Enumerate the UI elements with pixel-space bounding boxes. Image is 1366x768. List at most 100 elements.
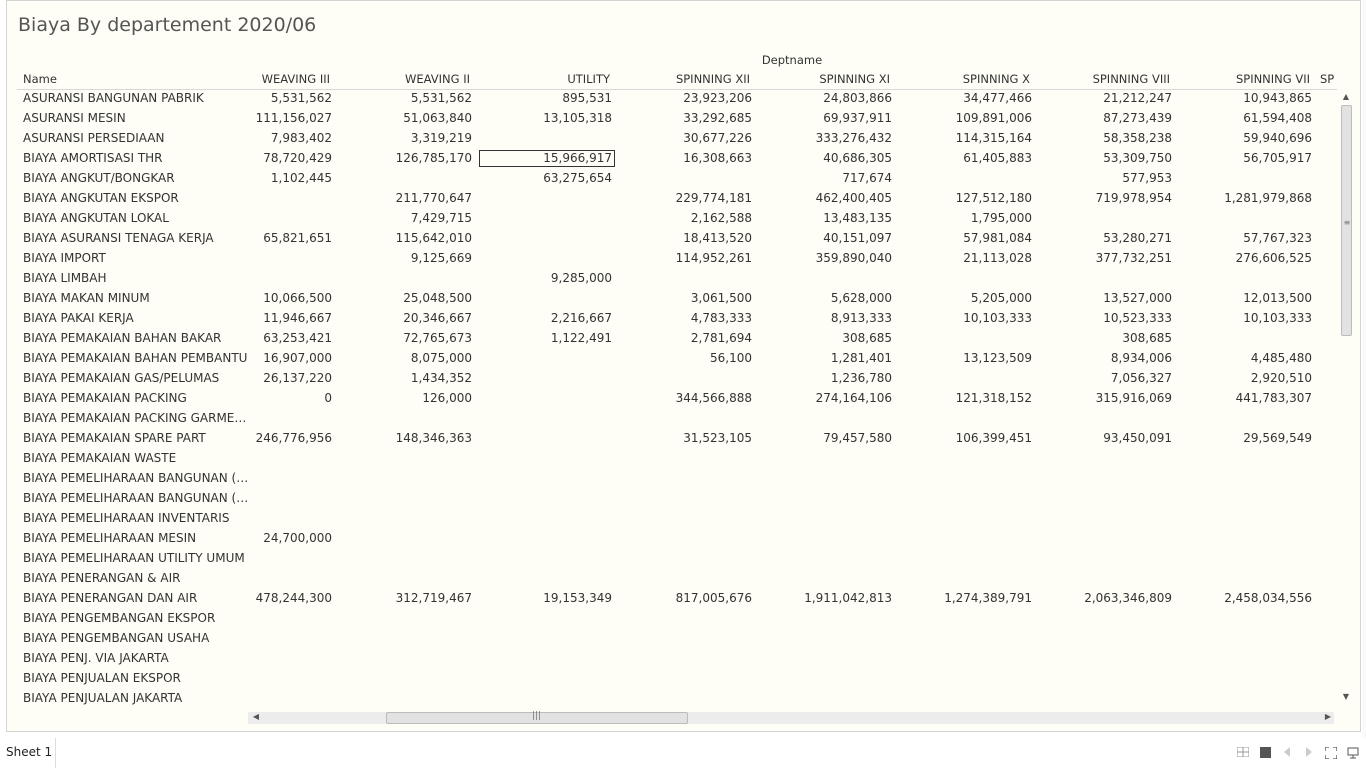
column-header-8[interactable]: SP: [1320, 72, 1334, 86]
table-cell[interactable]: 63,253,421: [263, 331, 332, 345]
row-name[interactable]: BIAYA PEMELIHARAAN BANGUNAN ( O..: [23, 471, 249, 485]
table-cell[interactable]: 1,911,042,813: [804, 591, 892, 605]
row-name[interactable]: BIAYA PENGEMBANGAN EKSPOR: [23, 611, 249, 625]
table-cell[interactable]: 10,066,500: [263, 291, 332, 305]
table-cell[interactable]: 5,531,562: [271, 91, 332, 105]
row-name[interactable]: BIAYA PEMAKAIAN GAS/PELUMAS: [23, 371, 249, 385]
table-cell[interactable]: 7,056,327: [1111, 371, 1172, 385]
table-cell[interactable]: 359,890,040: [816, 251, 892, 265]
table-cell[interactable]: 16,907,000: [263, 351, 332, 365]
present-icon[interactable]: [1346, 747, 1360, 761]
vertical-scroll-thumb[interactable]: ≡: [1341, 105, 1352, 336]
table-cell[interactable]: 58,358,238: [1103, 131, 1172, 145]
table-cell[interactable]: 2,458,034,556: [1224, 591, 1312, 605]
table-cell[interactable]: 333,276,432: [816, 131, 892, 145]
column-header-0[interactable]: WEAVING III: [262, 72, 330, 86]
next-icon[interactable]: [1302, 747, 1316, 761]
table-cell[interactable]: 40,686,305: [823, 151, 892, 165]
table-cell[interactable]: 2,781,694: [691, 331, 752, 345]
column-header-name[interactable]: Name: [23, 72, 57, 86]
table-cell[interactable]: 115,642,010: [396, 231, 472, 245]
row-name[interactable]: BIAYA AMORTISASI THR: [23, 151, 249, 165]
row-name[interactable]: BIAYA PEMELIHARAAN MESIN: [23, 531, 249, 545]
table-cell[interactable]: 10,943,865: [1243, 91, 1312, 105]
table-cell[interactable]: 8,913,333: [831, 311, 892, 325]
table-cell[interactable]: 127,512,180: [956, 191, 1032, 205]
table-cell[interactable]: 19,153,349: [543, 591, 612, 605]
table-cell[interactable]: 1,281,401: [831, 351, 892, 365]
row-name[interactable]: BIAYA PEMELIHARAAN UTILITY UMUM: [23, 551, 249, 565]
table-cell[interactable]: 4,485,480: [1251, 351, 1312, 365]
row-name[interactable]: BIAYA PEMAKAIAN WASTE: [23, 451, 249, 465]
row-name[interactable]: BIAYA ASURANSI TENAGA KERJA: [23, 231, 249, 245]
row-name[interactable]: BIAYA ANGKUTAN EKSPOR: [23, 191, 249, 205]
table-cell[interactable]: 40,151,097: [823, 231, 892, 245]
table-cell[interactable]: 276,606,525: [1236, 251, 1312, 265]
table-cell[interactable]: 229,774,181: [676, 191, 752, 205]
table-cell[interactable]: 9,125,669: [411, 251, 472, 265]
column-header-6[interactable]: SPINNING VIII: [1093, 72, 1170, 86]
column-header-7[interactable]: SPINNING VII: [1236, 72, 1310, 86]
table-cell[interactable]: 126,785,170: [396, 151, 472, 165]
table-cell[interactable]: 13,123,509: [963, 351, 1032, 365]
table-cell[interactable]: 7,429,715: [411, 211, 472, 225]
grid-icon[interactable]: [1236, 746, 1250, 761]
table-cell[interactable]: 478,244,300: [256, 591, 332, 605]
table-cell[interactable]: 11,946,667: [263, 311, 332, 325]
table-cell[interactable]: 72,765,673: [403, 331, 472, 345]
row-name[interactable]: BIAYA ANGKUTAN LOKAL: [23, 211, 249, 225]
table-cell[interactable]: 377,732,251: [1096, 251, 1172, 265]
table-cell[interactable]: 21,212,247: [1103, 91, 1172, 105]
table-cell[interactable]: 895,531: [562, 91, 612, 105]
table-cell[interactable]: 1,274,389,791: [944, 591, 1032, 605]
table-cell[interactable]: 121,318,152: [956, 391, 1032, 405]
table-cell[interactable]: 18,413,520: [683, 231, 752, 245]
table-cell[interactable]: 31,523,105: [683, 431, 752, 445]
column-header-4[interactable]: SPINNING XI: [819, 72, 890, 86]
scroll-up-icon[interactable]: ▲: [1339, 91, 1353, 103]
row-name[interactable]: BIAYA IMPORT: [23, 251, 249, 265]
table-cell[interactable]: 148,346,363: [396, 431, 472, 445]
row-name[interactable]: BIAYA PENJ. VIA JAKARTA: [23, 651, 249, 665]
table-cell[interactable]: 2,920,510: [1251, 371, 1312, 385]
row-name[interactable]: BIAYA PEMELIHARAAN BANGUNAN (A..: [23, 491, 249, 505]
table-cell[interactable]: 1,281,979,868: [1224, 191, 1312, 205]
table-cell[interactable]: 1,236,780: [831, 371, 892, 385]
row-name[interactable]: ASURANSI PERSEDIAAN: [23, 131, 249, 145]
table-cell[interactable]: 8,934,006: [1111, 351, 1172, 365]
table-cell[interactable]: 5,628,000: [831, 291, 892, 305]
fullscreen-icon[interactable]: [1324, 746, 1338, 761]
row-name[interactable]: BIAYA PENERANGAN DAN AIR: [23, 591, 249, 605]
table-cell[interactable]: 577,953: [1122, 171, 1172, 185]
table-cell[interactable]: 57,767,323: [1243, 231, 1312, 245]
table-cell[interactable]: 61,594,408: [1243, 111, 1312, 125]
table-cell[interactable]: 2,162,588: [691, 211, 752, 225]
vertical-scrollbar[interactable]: ▲ ≡ ▼: [1339, 89, 1353, 706]
table-cell[interactable]: 5,205,000: [971, 291, 1032, 305]
table-cell[interactable]: 126,000: [422, 391, 472, 405]
table-cell[interactable]: 87,273,439: [1103, 111, 1172, 125]
table-cell[interactable]: 34,477,466: [963, 91, 1032, 105]
table-cell[interactable]: 1,122,491: [551, 331, 612, 345]
table-cell[interactable]: 717,674: [842, 171, 892, 185]
table-cell[interactable]: 312,719,467: [396, 591, 472, 605]
row-name[interactable]: BIAYA ANGKUT/BONGKAR: [23, 171, 249, 185]
table-cell[interactable]: 114,952,261: [676, 251, 752, 265]
table-cell[interactable]: 30,677,226: [683, 131, 752, 145]
square-icon[interactable]: [1258, 747, 1272, 761]
table-cell[interactable]: 13,105,318: [543, 111, 612, 125]
scroll-right-icon[interactable]: ▶: [1322, 710, 1334, 724]
table-cell[interactable]: 65,821,651: [263, 231, 332, 245]
table-cell[interactable]: 109,891,006: [956, 111, 1032, 125]
table-cell[interactable]: 9,285,000: [551, 271, 612, 285]
row-name[interactable]: BIAYA PAKAI KERJA: [23, 311, 249, 325]
table-cell[interactable]: 2,063,346,809: [1084, 591, 1172, 605]
table-cell[interactable]: 29,569,549: [1243, 431, 1312, 445]
column-header-1[interactable]: WEAVING II: [405, 72, 470, 86]
table-cell[interactable]: 16,308,663: [683, 151, 752, 165]
table-cell[interactable]: 10,103,333: [1243, 311, 1312, 325]
table-cell[interactable]: 10,103,333: [963, 311, 1032, 325]
table-cell[interactable]: 61,405,883: [963, 151, 1032, 165]
table-cell[interactable]: 25,048,500: [403, 291, 472, 305]
table-cell[interactable]: 15,966,917: [479, 150, 615, 167]
